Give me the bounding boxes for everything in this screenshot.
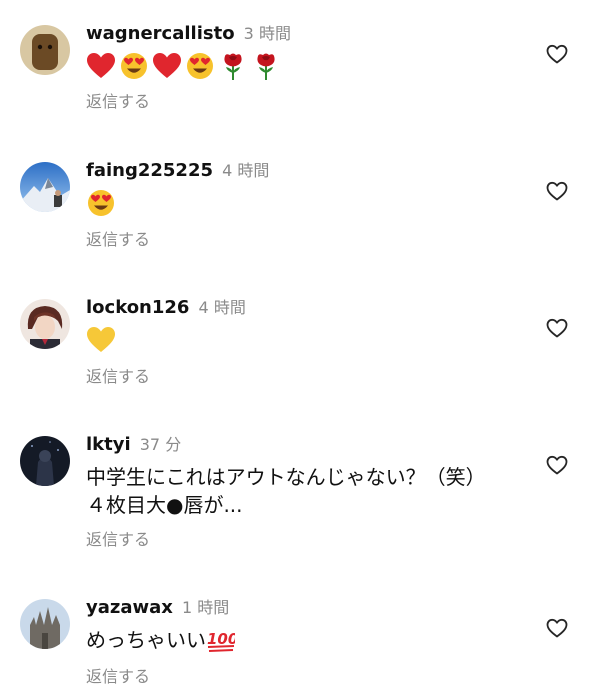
reply-button[interactable]: 返信する <box>86 91 150 113</box>
hundred-points-icon: 100 <box>207 627 238 661</box>
like-button[interactable] <box>545 42 569 66</box>
username[interactable]: yazawax <box>86 597 173 618</box>
timestamp: 1 時間 <box>181 598 230 617</box>
rose-icon <box>218 51 248 81</box>
heart-outline-icon <box>546 44 568 64</box>
comment-text: 中学生にこれはアウトなんじゃない？（笑） <box>86 465 486 489</box>
timestamp: 4 時間 <box>222 161 270 180</box>
comment-text <box>86 325 116 355</box>
heart-eyes-icon <box>185 51 215 81</box>
like-button[interactable] <box>545 453 569 477</box>
reply-button[interactable]: 返信する <box>86 666 150 688</box>
timestamp: 37 分 <box>139 435 182 454</box>
heart-outline-icon <box>546 181 568 201</box>
like-button[interactable] <box>545 616 569 640</box>
timestamp: 4 時間 <box>198 298 246 317</box>
red-heart-icon <box>86 52 116 80</box>
timestamp: 3 時間 <box>243 24 291 43</box>
heart-eyes-icon <box>119 51 149 81</box>
avatar[interactable] <box>20 599 70 649</box>
rose-icon <box>251 51 281 81</box>
username[interactable]: wagnercallisto <box>86 23 235 44</box>
comment-meta: lockon126 4 時間 <box>86 296 246 320</box>
comment-meta: faing225225 4 時間 <box>86 159 269 183</box>
yellow-heart-icon <box>86 326 116 354</box>
username[interactable]: faing225225 <box>86 160 213 181</box>
reply-button[interactable]: 返信する <box>86 366 150 388</box>
comment-meta: wagnercallisto 3 時間 <box>86 22 291 46</box>
comment-meta: lktyi 37 分 <box>86 433 181 457</box>
username[interactable]: lktyi <box>86 434 131 455</box>
avatar[interactable] <box>20 162 70 212</box>
comment-text: めっちゃいい 100 <box>86 625 238 661</box>
comment-meta: yazawax 1 時間 <box>86 596 229 620</box>
like-button[interactable] <box>545 316 569 340</box>
heart-eyes-icon <box>86 188 116 218</box>
avatar[interactable] <box>20 299 70 349</box>
avatar[interactable] <box>20 25 70 75</box>
avatar[interactable] <box>20 436 70 486</box>
heart-outline-icon <box>546 318 568 338</box>
comment-text-line2: ４枚目大●唇が... <box>86 493 243 517</box>
reply-button[interactable]: 返信する <box>86 229 150 251</box>
comment-text <box>86 51 281 81</box>
username[interactable]: lockon126 <box>86 297 189 318</box>
heart-outline-icon <box>546 618 568 638</box>
red-heart-icon <box>152 52 182 80</box>
like-button[interactable] <box>545 179 569 203</box>
heart-outline-icon <box>546 455 568 475</box>
comment-text <box>86 188 116 218</box>
reply-button[interactable]: 返信する <box>86 529 150 551</box>
